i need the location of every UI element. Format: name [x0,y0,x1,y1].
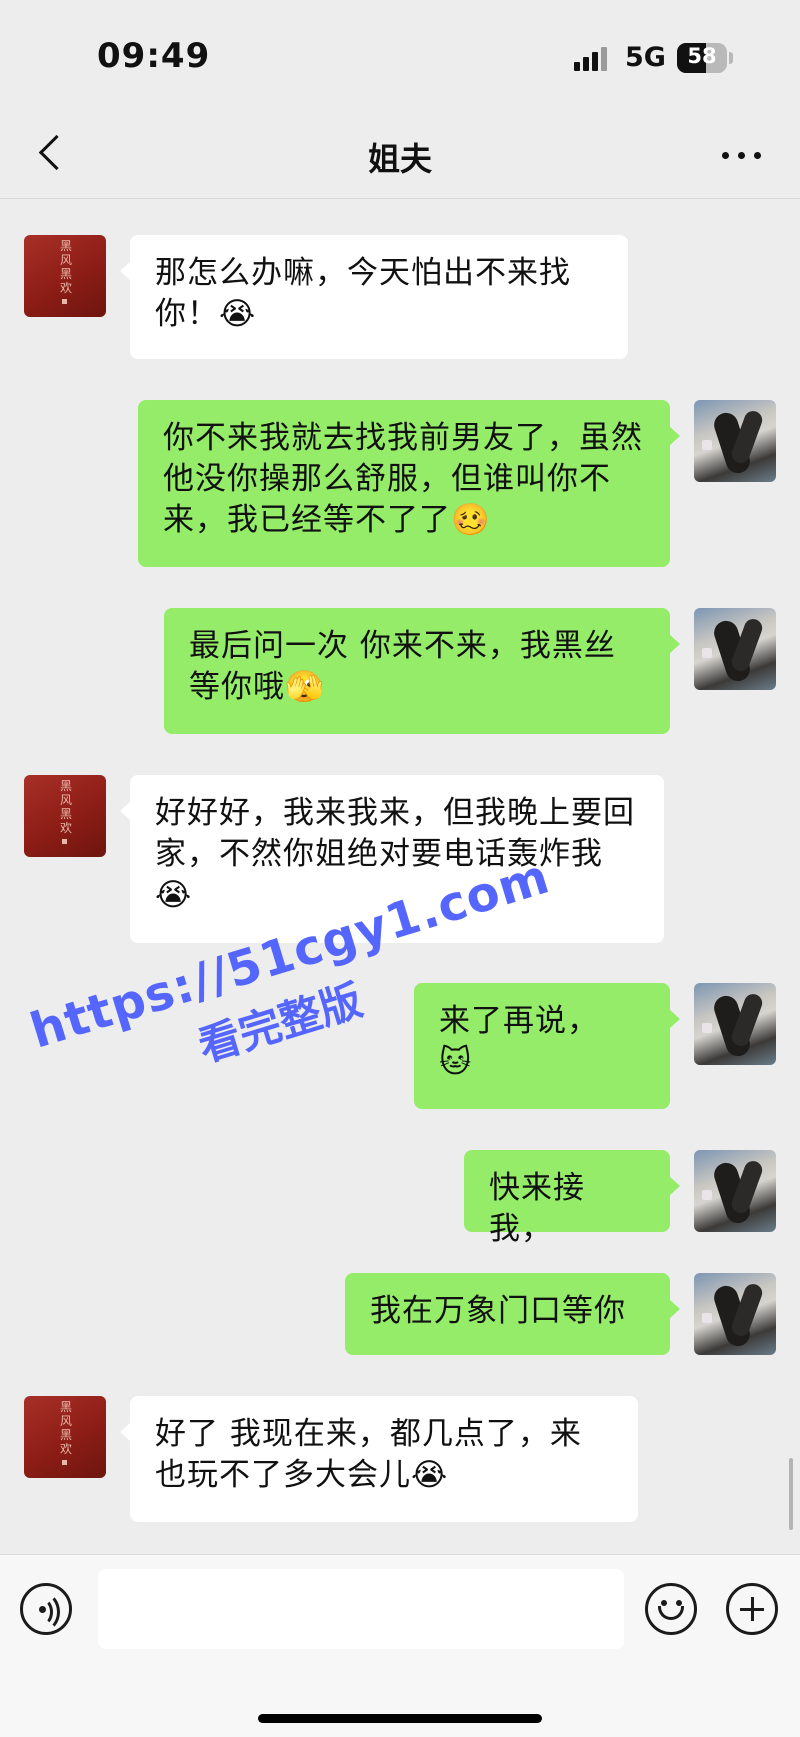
more-functions-button[interactable] [726,1583,778,1635]
input-bar [0,1554,800,1737]
battery-level: 58 [687,44,717,68]
message-bubble-outgoing[interactable]: 我在万象门口等你 [345,1273,680,1355]
message-bubble-outgoing[interactable]: 最后问一次 你来不来，我黑丝等你哦🫣 [164,608,680,734]
message-bubble-incoming[interactable]: 好好好，我来我来，但我晚上要回家，不然你姐绝对要电话轰炸我😭 [120,775,664,943]
status-bar: 09:49 5G 58 [0,0,800,110]
contact-avatar[interactable]: 黑风黑欢 [24,775,106,857]
signal-icon [574,47,610,71]
scrollbar[interactable] [789,1458,793,1530]
my-avatar[interactable] [694,608,776,690]
battery-icon: 58 [677,43,727,73]
home-indicator[interactable] [258,1714,542,1723]
contact-avatar[interactable]: 黑风黑欢 [24,235,106,317]
message-bubble-incoming[interactable]: 那怎么办嘛，今天怕出不来找你！😭 [120,235,628,359]
status-time: 09:49 [97,36,211,76]
avatar-text: 黑风黑欢 [59,779,72,835]
battery-cap [729,52,733,64]
avatar-text: 黑风黑欢 [59,1400,72,1456]
message-bubble-outgoing[interactable]: 快来接我， [464,1150,680,1247]
my-avatar[interactable] [694,983,776,1065]
message-input[interactable] [98,1569,624,1649]
ellipsis-icon [722,152,729,159]
contact-avatar[interactable]: 黑风黑欢 [24,1396,106,1478]
my-avatar[interactable] [694,1273,776,1355]
more-button[interactable] [712,134,772,174]
avatar-text: 黑风黑欢 [59,239,72,295]
voice-button[interactable] [20,1583,72,1635]
chat-title: 姐夫 [367,140,432,178]
message-bubble-outgoing[interactable]: 来了再说， 🐱 [414,983,680,1109]
message-bubble-outgoing[interactable]: 你不来我就去找我前男友了，虽然他没你操那么舒服，但谁叫你不来，我已经等不了了🥴 [138,400,680,567]
network-type: 5G [625,42,666,73]
nav-divider [0,198,800,199]
my-avatar[interactable] [694,1150,776,1232]
nav-bar: 姐夫 [0,110,800,198]
emoji-button[interactable] [645,1583,697,1635]
message-bubble-incoming[interactable]: 好了 我现在来，都几点了，来也玩不了多大会儿😭 [120,1396,638,1522]
my-avatar[interactable] [694,400,776,482]
